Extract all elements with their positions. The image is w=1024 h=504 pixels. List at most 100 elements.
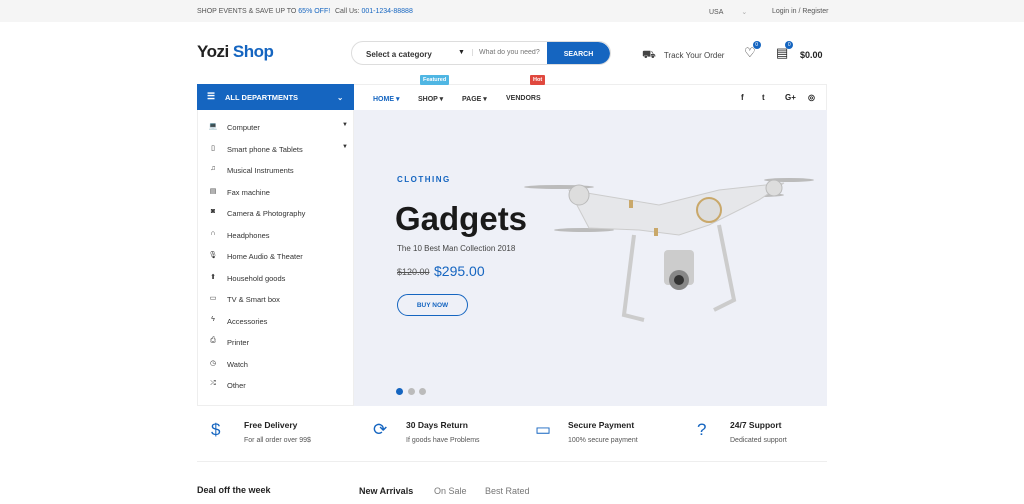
category-icon: ▭ bbox=[209, 295, 217, 302]
category-icon: 🎙 bbox=[208, 252, 218, 259]
sidebar-item-label: Watch bbox=[227, 359, 248, 369]
sale-price: $295.00 bbox=[434, 263, 485, 279]
google-plus-icon[interactable]: G+ bbox=[785, 93, 796, 102]
category-sidebar: 💻 Computer ▼ ▯ Smart phone & Tablets ▼ ♫ Musica… bbox=[197, 110, 354, 406]
feature-title: Free Delivery bbox=[244, 420, 298, 430]
sidebar-item[interactable]: ◙ Camera & Photography bbox=[208, 208, 348, 222]
sidebar-item-label: Camera & Photography bbox=[227, 209, 306, 218]
tab-best-rated[interactable]: Best Rated bbox=[485, 486, 530, 496]
menu-icon: ☰ bbox=[207, 91, 216, 101]
nav-vendors[interactable]: VENDORS bbox=[506, 95, 541, 102]
category-icon: ⎙ bbox=[210, 337, 216, 344]
category-icon: ◷ bbox=[209, 359, 217, 367]
sidebar-item[interactable]: ⤮ Other bbox=[208, 380, 348, 394]
track-order-link[interactable]: ⛟ Track Your Order bbox=[642, 49, 724, 63]
nav-shop[interactable]: SHOP ▾ bbox=[418, 95, 443, 103]
search-bar: Select a category ▼ SEARCH bbox=[351, 41, 611, 65]
sidebar-item-label: Computer bbox=[227, 123, 260, 132]
sidebar-item-label: Fax machine bbox=[227, 187, 270, 197]
search-input[interactable] bbox=[472, 49, 552, 56]
sidebar-item-label: Household goods bbox=[227, 273, 286, 283]
caret-down-icon: ▼ bbox=[342, 143, 348, 150]
nav-home[interactable]: HOME ▾ bbox=[373, 95, 399, 103]
sidebar-item[interactable]: ▯ Smart phone & Tablets ▼ bbox=[208, 144, 348, 158]
tab-on-sale[interactable]: On Sale bbox=[434, 486, 467, 496]
sidebar-item[interactable]: ▤ Fax machine bbox=[208, 187, 348, 201]
promo-text: SHOP EVENTS & SAVE UP TO 65% OFF! bbox=[197, 8, 331, 15]
slide-dot-3[interactable] bbox=[419, 388, 426, 395]
slide-dot-2[interactable] bbox=[408, 388, 415, 395]
deal-heading: Deal off the week bbox=[197, 485, 271, 495]
sidebar-item[interactable]: ∩ Headphones bbox=[208, 230, 348, 244]
feature-subtitle: For all order over 99$ bbox=[244, 437, 311, 444]
tab-new-arrivals[interactable]: New Arrivals bbox=[359, 486, 413, 496]
chevron-down-icon: ⌄ bbox=[337, 93, 344, 102]
category-icon: ◙ bbox=[210, 208, 216, 215]
sidebar-item[interactable]: ♫ Musical Instruments bbox=[208, 165, 348, 179]
top-bar: SHOP EVENTS & SAVE UP TO 65% OFF! Call U… bbox=[0, 0, 1024, 22]
hand-coin-icon: $ bbox=[211, 420, 221, 439]
return-icon: ⟳ bbox=[373, 420, 388, 439]
divider bbox=[197, 461, 827, 462]
sidebar-item-label: Other bbox=[227, 381, 246, 390]
feature-title: 24/7 Support bbox=[730, 420, 782, 430]
drone-image bbox=[524, 178, 814, 322]
main-nav: HOME ▾ SHOP ▾ Featured PAGE ▾ VENDORS Ho… bbox=[354, 75, 827, 110]
category-icon: ♫ bbox=[210, 165, 216, 172]
chevron-down-icon: ⌄ bbox=[741, 9, 748, 16]
feature-title: Secure Payment bbox=[568, 420, 635, 430]
feature-title: 30 Days Return bbox=[406, 420, 468, 430]
sidebar-item-label: Home Audio & Theater bbox=[227, 252, 303, 261]
banner-subtitle: The 10 Best Man Collection 2018 bbox=[397, 244, 516, 253]
sidebar-item[interactable]: 🎙 Home Audio & Theater bbox=[208, 251, 348, 265]
category-icon: ▤ bbox=[209, 187, 217, 195]
cart-total: $0.00 bbox=[800, 50, 823, 60]
category-icon: ▯ bbox=[211, 144, 215, 152]
buy-now-button[interactable]: BUY NOW bbox=[397, 294, 468, 316]
sidebar-item-label: Musical Instruments bbox=[227, 166, 294, 175]
country-select[interactable]: USA ⌄ bbox=[709, 8, 747, 16]
feature-subtitle: Dedicated support bbox=[730, 437, 787, 444]
credit-card-icon: ▭ bbox=[535, 420, 552, 439]
wishlist-button[interactable]: ♡ 0 bbox=[744, 41, 761, 61]
truck-icon: ⛟ bbox=[642, 49, 656, 61]
cart-button[interactable]: ▤ 0 bbox=[776, 41, 794, 61]
sidebar-item[interactable]: ◷ Watch bbox=[208, 359, 348, 373]
search-button[interactable]: SEARCH bbox=[547, 42, 610, 64]
sidebar-item-label: TV & Smart box bbox=[227, 295, 280, 304]
sidebar-item-label: Smart phone & Tablets bbox=[227, 144, 303, 154]
sidebar-item[interactable]: ⎙ Printer bbox=[208, 337, 348, 351]
sidebar-item[interactable]: 💻 Computer ▼ bbox=[208, 122, 348, 136]
instagram-icon[interactable]: ◎ bbox=[808, 93, 815, 102]
hero-banner: CLOTHING Gadgets The 10 Best Man Collect… bbox=[354, 110, 827, 406]
category-icon: ⤮ bbox=[210, 380, 216, 387]
sidebar-item[interactable]: ϟ Accessories bbox=[208, 316, 348, 330]
login-link[interactable]: Login in / Register bbox=[772, 8, 828, 15]
hot-badge: Hot bbox=[530, 75, 546, 85]
nav-page[interactable]: PAGE ▾ bbox=[462, 95, 487, 103]
slide-dot-1[interactable] bbox=[396, 388, 403, 395]
all-departments-button[interactable]: ☰ ALL DEPARTMENTS ⌄ bbox=[197, 84, 354, 110]
sidebar-item-label: Printer bbox=[227, 338, 250, 347]
sidebar-item-label: Accessories bbox=[227, 316, 268, 326]
logo[interactable]: Yozi Shop bbox=[197, 42, 274, 62]
caret-down-icon: ▼ bbox=[342, 122, 348, 128]
phone-text: Call Us: 001-1234-88888 bbox=[335, 8, 413, 15]
caret-down-icon: ▼ bbox=[458, 49, 465, 56]
category-icon: ⬆ bbox=[210, 273, 216, 281]
sidebar-item[interactable]: ▭ TV & Smart box bbox=[208, 294, 348, 308]
category-select[interactable]: Select a category bbox=[366, 50, 432, 59]
headset-icon: ? bbox=[697, 420, 707, 439]
feature-subtitle: If goods have Problems bbox=[406, 437, 480, 444]
sidebar-item[interactable]: ⬆ Household goods bbox=[208, 273, 348, 287]
featured-badge: Featured bbox=[420, 75, 450, 85]
category-icon: 💻 bbox=[208, 123, 218, 130]
facebook-icon[interactable]: f bbox=[741, 93, 744, 102]
feature-subtitle: 100% secure payment bbox=[568, 437, 638, 444]
old-price: $120.00 bbox=[397, 267, 430, 277]
banner-title: Gadgets bbox=[395, 200, 528, 237]
banner-kicker: CLOTHING bbox=[397, 175, 451, 184]
sidebar-item-label: Headphones bbox=[227, 230, 270, 240]
category-icon: ϟ bbox=[211, 315, 215, 323]
twitter-icon[interactable]: t bbox=[762, 93, 765, 102]
